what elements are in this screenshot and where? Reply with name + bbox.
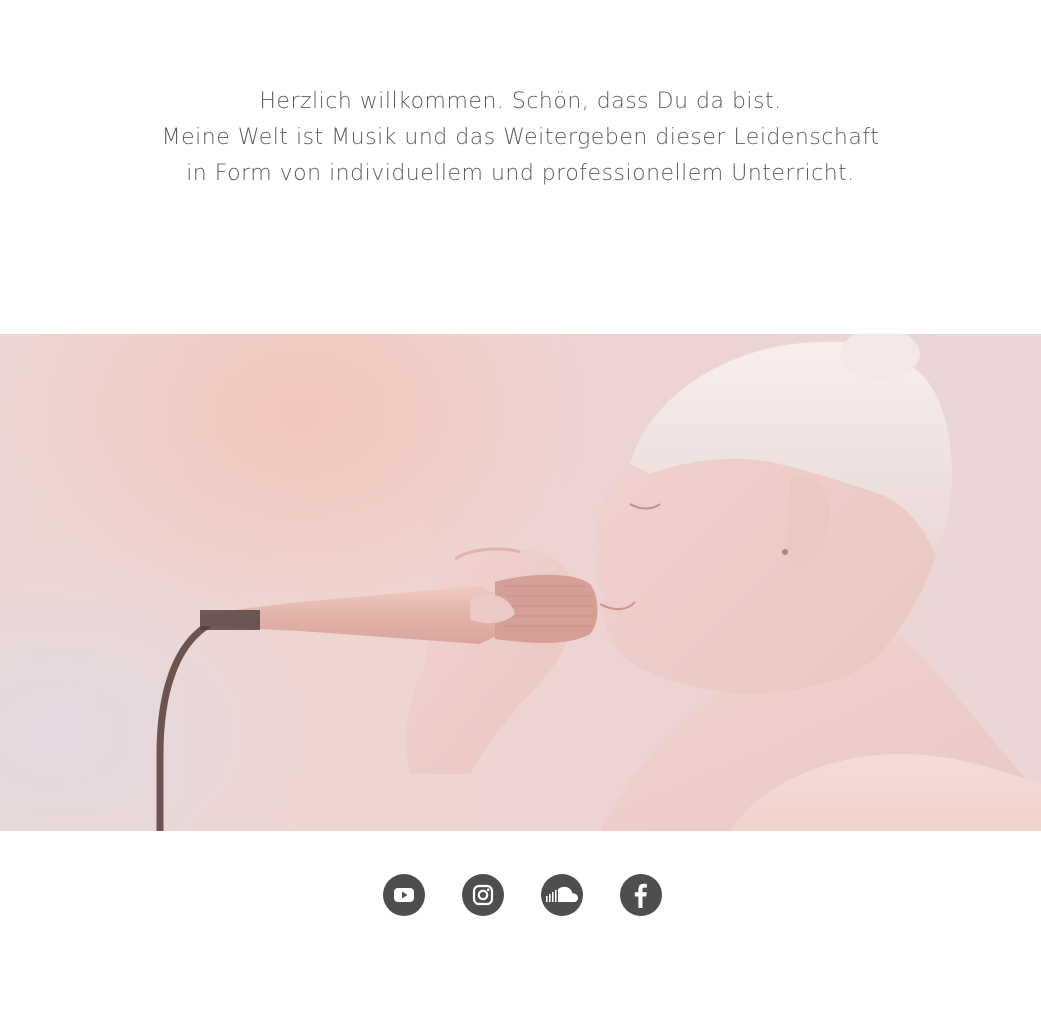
- intro-line-1: Herzlich willkommen. Schön, dass Du da b…: [259, 89, 782, 114]
- soundcloud-icon: [546, 886, 578, 902]
- facebook-icon: [634, 883, 647, 908]
- soundcloud-link[interactable]: [541, 874, 583, 916]
- intro-line-3: in Form von individuellem und profession…: [186, 161, 855, 186]
- social-links: [383, 874, 662, 916]
- youtube-link[interactable]: [383, 874, 425, 916]
- facebook-link[interactable]: [620, 874, 662, 916]
- singer-with-microphone-photo: [156, 334, 1041, 831]
- instagram-icon: [472, 884, 494, 906]
- instagram-link[interactable]: [462, 874, 504, 916]
- intro-text: Herzlich willkommen. Schön, dass Du da b…: [0, 84, 1041, 192]
- intro-line-2: Meine Welt ist Musik und das Weitergeben…: [161, 125, 880, 150]
- hero-image: [0, 334, 1041, 831]
- youtube-icon: [394, 888, 414, 902]
